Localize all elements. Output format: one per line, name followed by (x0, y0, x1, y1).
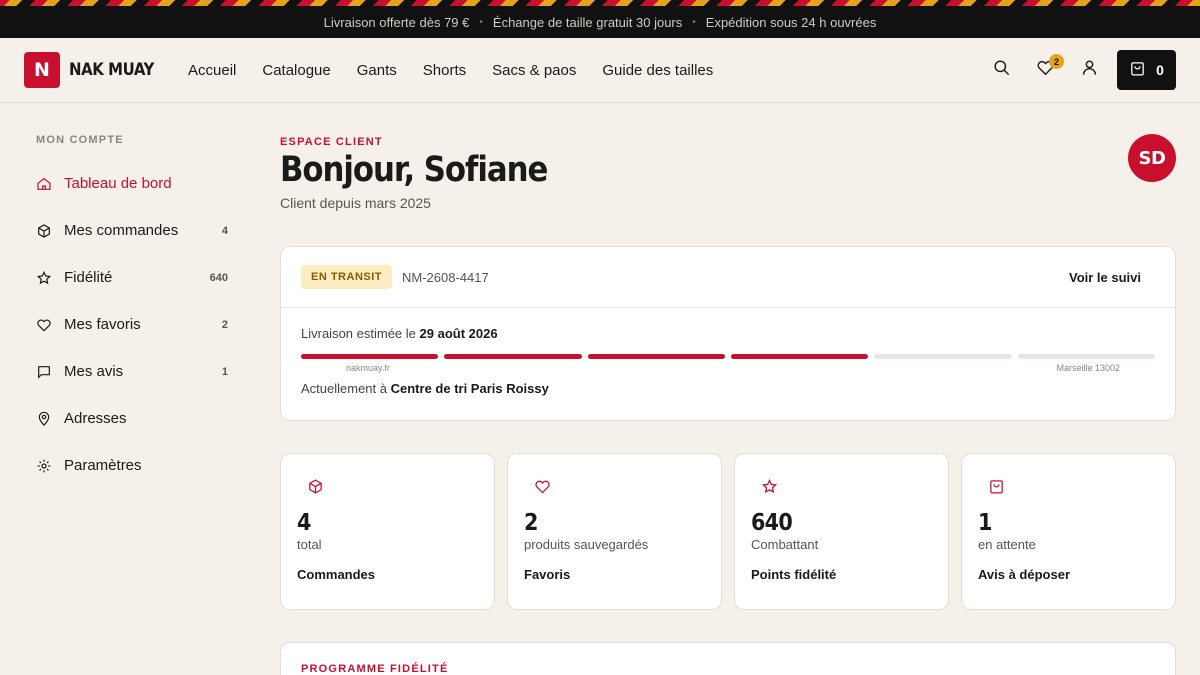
customer-since: Client depuis mars 2025 (280, 195, 431, 211)
sidebar-item-count: 1 (221, 365, 228, 378)
sidebar-item-count: 4 (221, 224, 228, 237)
cart-button[interactable]: 0 (1117, 50, 1176, 90)
eta-prefix: Livraison estimée le (301, 326, 416, 341)
cart-count: 0 (1156, 62, 1164, 78)
box-icon (307, 478, 327, 498)
favorites-count-badge: 2 (1049, 54, 1064, 69)
stat-subtext: Combattant (751, 537, 819, 552)
avatar[interactable]: SD (1128, 134, 1176, 182)
nav-link-shorts[interactable]: Shorts (423, 62, 466, 79)
star-icon (761, 478, 781, 498)
section-eyebrow: ESPACE CLIENT (280, 136, 383, 148)
order-card-header: EN TRANSIT NM-2608-4417 Voir le suivi (281, 247, 1175, 308)
header-actions: 2 0 (979, 50, 1176, 90)
announcement-bar: Livraison offerte dès 79 € • Échange de … (0, 0, 1200, 38)
sidebar-item-label: Paramètres (64, 457, 142, 474)
sidebar-item-mes-commandes[interactable]: Mes commandes 4 (24, 207, 240, 254)
nav-link-catalogue[interactable]: Catalogue (262, 62, 330, 79)
home-icon (36, 176, 52, 192)
order-number: NM-2608-4417 (402, 269, 489, 285)
order-tracking-card: EN TRANSIT NM-2608-4417 Voir le suivi Li… (280, 246, 1176, 421)
sidebar-item-label: Mes commandes (64, 222, 179, 239)
stat-card-favoris[interactable]: 2 produits sauvegardés Favoris (507, 453, 722, 610)
sidebar-item-label: Fidélité (64, 269, 113, 286)
bag-icon (1129, 60, 1146, 80)
search-icon (992, 58, 1011, 82)
nav-link-accueil[interactable]: Accueil (188, 62, 236, 79)
heart-icon (534, 478, 554, 498)
logo-text: NAK MUAY (69, 60, 154, 80)
nav-link-guide-tailles[interactable]: Guide des tailles (602, 62, 713, 79)
nav-link-gants[interactable]: Gants (357, 62, 397, 79)
heart-icon (36, 317, 52, 333)
sidebar-item-mes-favoris[interactable]: Mes favoris 2 (24, 301, 240, 348)
stat-label: Commandes (297, 567, 376, 582)
sidebar-item-label: Adresses (64, 410, 127, 427)
sidebar-item-mes-avis[interactable]: Mes avis 1 (24, 348, 240, 395)
stat-label: Avis à déposer (978, 567, 1071, 582)
stat-value: 4 (297, 510, 311, 536)
sidebar-item-count: 640 (209, 271, 228, 284)
stat-label: Favoris (524, 567, 571, 582)
sidebar-item-label: Tableau de bord (64, 175, 172, 192)
status-badge: EN TRANSIT (301, 265, 392, 289)
current-prefix: Actuellement à (301, 381, 387, 396)
gear-icon (36, 458, 52, 474)
stat-value: 1 (978, 510, 992, 536)
stat-subtext: total (297, 537, 322, 552)
sidebar-item-label: Mes favoris (64, 316, 141, 333)
track-order-link[interactable]: Voir le suivi (1069, 270, 1141, 285)
logo[interactable]: N NAK MUAY (24, 52, 166, 88)
stat-subtext: en attente (978, 537, 1036, 552)
logo-mark: N (24, 52, 60, 88)
sidebar-item-adresses[interactable]: Adresses (24, 395, 240, 442)
box-icon (36, 223, 52, 239)
progress-origin: nakmuay.fr (346, 363, 390, 373)
stat-card-points-fidelite[interactable]: 640 Combattant Points fidélité (734, 453, 949, 610)
stat-value: 640 (751, 510, 793, 536)
announcement-item: Livraison offerte dès 79 € (323, 14, 470, 30)
sidebar-item-count: 2 (221, 318, 228, 331)
progress-labels: nakmuay.fr Marseille 13002 (301, 359, 1155, 379)
nav-link-sacs-paos[interactable]: Sacs & paos (492, 62, 576, 79)
sidebar-item-parametres[interactable]: Paramètres (24, 442, 240, 489)
announcement-messages: Livraison offerte dès 79 € • Échange de … (0, 6, 1200, 38)
star-icon (36, 270, 52, 286)
page-title: Bonjour, Sofiane (280, 150, 548, 190)
favorites-button[interactable]: 2 (1023, 50, 1067, 90)
account-button[interactable] (1067, 50, 1111, 90)
eta-date: 29 août 2026 (419, 326, 498, 341)
stat-label: Points fidélité (751, 567, 837, 582)
separator-dot: • (479, 16, 483, 28)
sidebar-title: MON COMPTE (36, 134, 124, 146)
loyalty-title: PROGRAMME FIDÉLITÉ (301, 663, 449, 675)
bag-icon (988, 478, 1008, 498)
sidebar-item-tableau-de-bord[interactable]: Tableau de bord (24, 160, 240, 207)
message-icon (36, 364, 52, 380)
announcement-item: Expédition sous 24 h ouvrées (705, 14, 877, 30)
stat-subtext: produits sauvegardés (524, 537, 649, 552)
current-location-name: Centre de tri Paris Roissy (390, 381, 549, 396)
loyalty-program-card: PROGRAMME FIDÉLITÉ (280, 642, 1176, 675)
current-location: Actuellement à Centre de tri Paris Roiss… (301, 381, 1155, 396)
user-icon (1080, 58, 1099, 82)
delivery-estimate: Livraison estimée le 29 août 2026 (301, 326, 1155, 341)
announcement-item: Échange de taille gratuit 30 jours (492, 14, 683, 30)
order-card-body: Livraison estimée le 29 août 2026 nakmua… (281, 308, 1175, 396)
stat-card-commandes[interactable]: 4 total Commandes (280, 453, 495, 610)
pin-icon (36, 411, 52, 427)
main-nav: Accueil Catalogue Gants Shorts Sacs & pa… (188, 38, 713, 103)
stat-value: 2 (524, 510, 538, 536)
separator-dot: • (692, 16, 696, 28)
account-sidebar: MON COMPTE Tableau de bord Mes commandes… (24, 134, 240, 489)
sidebar-item-label: Mes avis (64, 363, 124, 380)
site-header: N NAK MUAY Accueil Catalogue Gants Short… (0, 38, 1200, 103)
search-button[interactable] (979, 50, 1023, 90)
stat-card-avis[interactable]: 1 en attente Avis à déposer (961, 453, 1176, 610)
sidebar-item-fidelite[interactable]: Fidélité 640 (24, 254, 240, 301)
progress-destination: Marseille 13002 (1056, 363, 1120, 373)
